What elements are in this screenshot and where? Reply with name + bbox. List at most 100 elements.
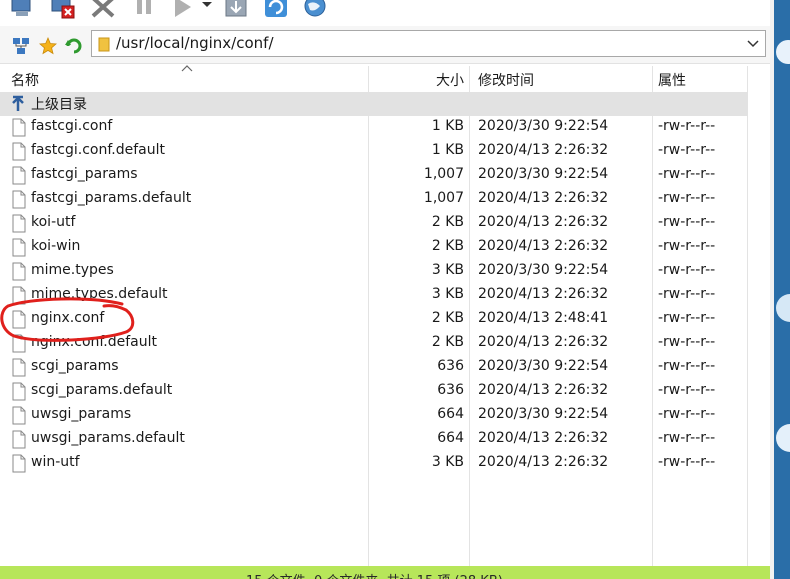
file-name: nginx.conf: [31, 310, 105, 326]
file-size: 664: [437, 406, 464, 422]
file-attributes: -rw-r--r--: [658, 334, 716, 350]
file-attributes: -rw-r--r--: [658, 262, 716, 278]
file-icon: [12, 310, 26, 329]
download-icon[interactable]: [223, 0, 249, 20]
column-header-name[interactable]: 名称: [11, 70, 39, 90]
file-attributes: -rw-r--r--: [658, 118, 716, 134]
file-attributes: -rw-r--r--: [658, 238, 716, 254]
file-icon: [12, 286, 26, 305]
file-row[interactable]: koi-utf 2 KB 2020/4/13 2:26:32 -rw-r--r--: [0, 212, 770, 236]
file-icon: [12, 142, 26, 161]
play-icon[interactable]: [170, 0, 196, 20]
disconnect-icon[interactable]: [50, 0, 76, 20]
file-size: 1,007: [423, 166, 464, 182]
file-row[interactable]: fastcgi.conf.default 1 KB 2020/4/13 2:26:3…: [0, 140, 770, 164]
dropdown-arrow-icon[interactable]: [200, 0, 214, 20]
file-size: 1 KB: [431, 142, 464, 158]
file-row[interactable]: nginx.conf.default 2 KB 2020/4/13 2:26:32 -…: [0, 332, 770, 356]
column-header-mtime[interactable]: 修改时间: [478, 70, 534, 90]
sort-ascending-icon: [181, 65, 193, 72]
file-name: uwsgi_params: [31, 406, 132, 422]
file-name: fastcgi.conf.default: [31, 142, 165, 158]
file-modified-time: 2020/4/13 2:26:32: [478, 286, 609, 302]
back-arrow-icon[interactable]: [64, 37, 82, 55]
file-size: 3 KB: [431, 286, 464, 302]
file-size: 664: [437, 430, 464, 446]
file-attributes: -rw-r--r--: [658, 166, 716, 182]
file-icon: [12, 382, 26, 401]
file-row[interactable]: fastcgi_params.default 1,007 2020/4/13 2:2…: [0, 188, 770, 212]
file-icon: [12, 406, 26, 425]
up-arrow-icon: [12, 95, 24, 111]
file-row[interactable]: win-utf 3 KB 2020/4/13 2:26:32 -rw-r--r--: [0, 452, 770, 476]
file-name: koi-win: [31, 238, 81, 254]
file-icon: [12, 190, 26, 209]
file-attributes: -rw-r--r--: [658, 358, 716, 374]
file-name: win-utf: [31, 454, 80, 470]
file-attributes: -rw-r--r--: [658, 286, 716, 302]
column-header-attr[interactable]: 属性: [658, 70, 686, 90]
folder-icon: [98, 37, 110, 52]
file-modified-time: 2020/3/30 9:22:54: [478, 358, 609, 374]
parent-directory-label: 上级目录: [31, 97, 87, 113]
file-modified-time: 2020/4/13 2:26:32: [478, 382, 609, 398]
file-attributes: -rw-r--r--: [658, 190, 716, 206]
file-size: 1,007: [423, 190, 464, 206]
computer-icon[interactable]: [10, 0, 36, 20]
file-modified-time: 2020/4/13 2:26:32: [478, 142, 609, 158]
file-row[interactable]: scgi_params 636 2020/3/30 9:22:54 -rw-r--r-…: [0, 356, 770, 380]
chevron-down-icon[interactable]: [746, 35, 760, 51]
file-size: 3 KB: [431, 262, 464, 278]
file-name: fastcgi_params: [31, 166, 138, 182]
status-bar: 15 个文件, 0 个文件夹, 共计 15 项 (28 KB): [0, 566, 770, 579]
file-row[interactable]: uwsgi_params.default 664 2020/4/13 2:26:32…: [0, 428, 770, 452]
file-size: 2 KB: [431, 334, 464, 350]
file-row[interactable]: nginx.conf 2 KB 2020/4/13 2:48:41 -rw-r--r-…: [0, 308, 770, 332]
column-header-size[interactable]: 大小: [436, 70, 464, 90]
file-row[interactable]: fastcgi.conf 1 KB 2020/3/30 9:22:54 -rw-r--…: [0, 116, 770, 140]
file-icon: [12, 166, 26, 185]
file-size: 3 KB: [431, 454, 464, 470]
file-modified-time: 2020/4/13 2:26:32: [478, 190, 609, 206]
file-row[interactable]: fastcgi_params 1,007 2020/3/30 9:22:54 -rw-…: [0, 164, 770, 188]
desktop-background: [770, 0, 790, 579]
file-modified-time: 2020/3/30 9:22:54: [478, 262, 609, 278]
file-modified-time: 2020/4/13 2:48:41: [478, 310, 609, 326]
file-name: scgi_params.default: [31, 382, 173, 398]
desktop-shortcut-icon[interactable]: [774, 290, 790, 330]
network-icon[interactable]: [12, 37, 30, 55]
file-attributes: -rw-r--r--: [658, 382, 716, 398]
desktop-shortcut-icon[interactable]: [774, 30, 790, 100]
file-size: 2 KB: [431, 310, 464, 326]
stop-icon[interactable]: [90, 0, 116, 20]
parent-directory-row[interactable]: 上级目录: [0, 92, 748, 116]
file-modified-time: 2020/4/13 2:26:32: [478, 454, 609, 470]
file-attributes: -rw-r--r--: [658, 430, 716, 446]
file-icon: [12, 454, 26, 473]
file-modified-time: 2020/4/13 2:26:32: [478, 334, 609, 350]
refresh-icon[interactable]: [263, 0, 289, 20]
file-icon: [12, 334, 26, 353]
file-row[interactable]: uwsgi_params 664 2020/3/30 9:22:54 -rw-r--r…: [0, 404, 770, 428]
file-icon: [12, 358, 26, 377]
file-size: 2 KB: [431, 214, 464, 230]
file-size: 1 KB: [431, 118, 464, 134]
globe-icon[interactable]: [302, 0, 328, 20]
desktop-shortcut-icon[interactable]: [774, 420, 790, 460]
status-text: 15 个文件, 0 个文件夹, 共计 15 项 (28 KB): [246, 570, 503, 579]
file-modified-time: 2020/3/30 9:22:54: [478, 406, 609, 422]
file-row[interactable]: scgi_params.default 636 2020/4/13 2:26:32 -…: [0, 380, 770, 404]
file-size: 2 KB: [431, 238, 464, 254]
pause-icon[interactable]: [132, 0, 158, 20]
file-name: scgi_params: [31, 358, 119, 374]
path-input[interactable]: /usr/local/nginx/conf/: [91, 30, 766, 57]
file-modified-time: 2020/3/30 9:22:54: [478, 166, 609, 182]
file-name: mime.types: [31, 262, 114, 278]
file-icon: [12, 118, 26, 137]
file-name: uwsgi_params.default: [31, 430, 185, 446]
favorite-star-icon[interactable]: [39, 37, 57, 55]
file-row[interactable]: mime.types 3 KB 2020/3/30 9:22:54 -rw-r--r-…: [0, 260, 770, 284]
file-row[interactable]: koi-win 2 KB 2020/4/13 2:26:32 -rw-r--r--: [0, 236, 770, 260]
file-row[interactable]: mime.types.default 3 KB 2020/4/13 2:26:32 -…: [0, 284, 770, 308]
file-modified-time: 2020/4/13 2:26:32: [478, 430, 609, 446]
